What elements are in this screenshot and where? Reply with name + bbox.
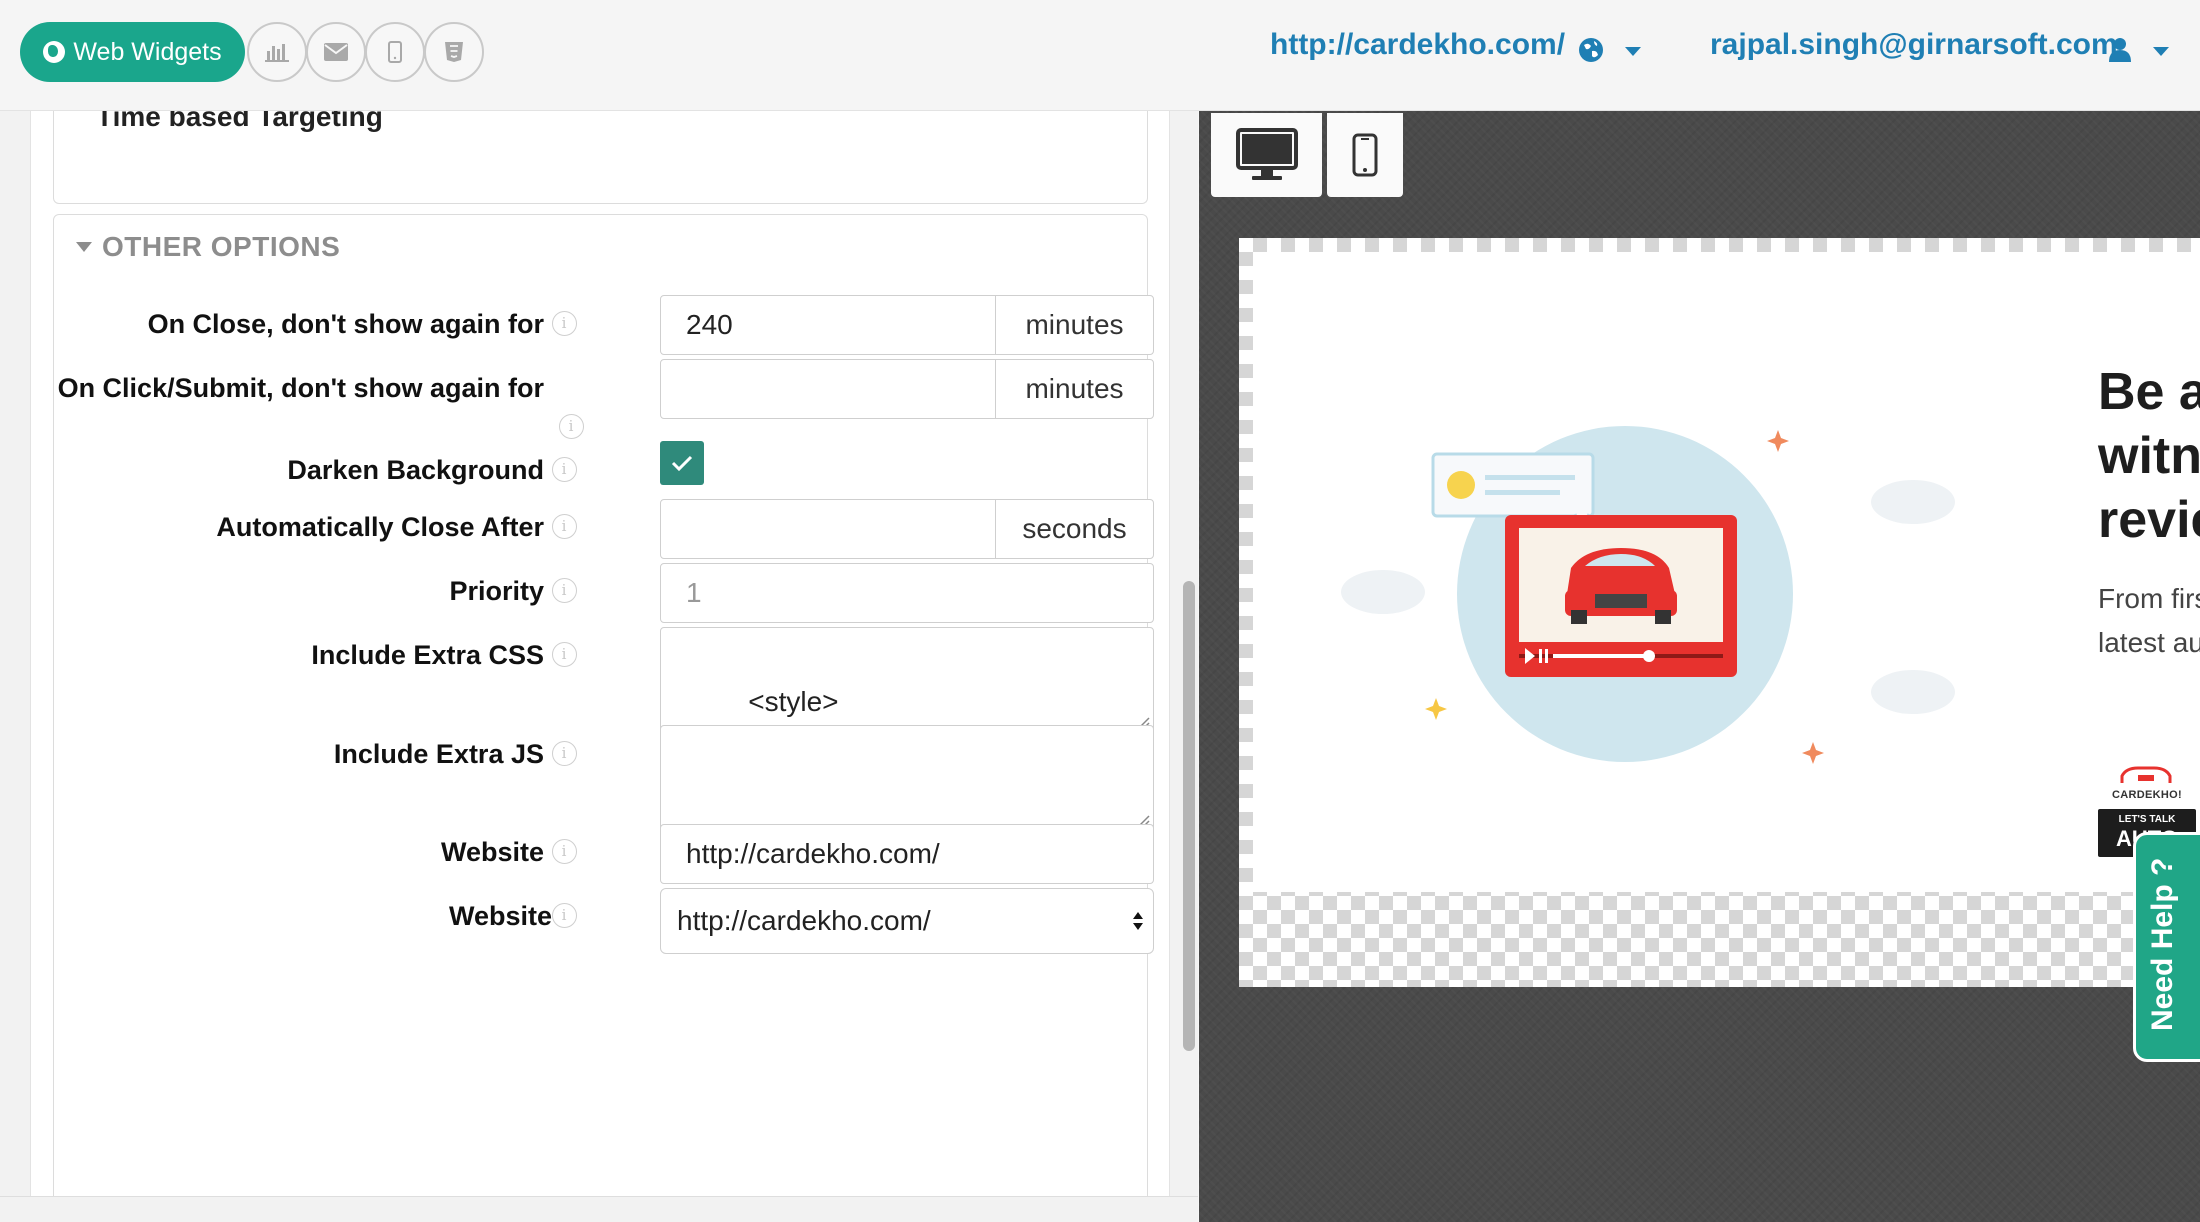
user-dropdown-caret-icon[interactable] [2153,47,2169,56]
info-icon[interactable] [552,457,577,483]
analytics-button[interactable] [247,22,307,82]
need-help-tab[interactable]: Need Help ? [2133,832,2200,1062]
website-select-label: Website [448,901,552,931]
headline-line: witne [2098,427,2200,485]
extra-js-label-row: Include Extra JS [334,739,577,770]
settings-scroll-area[interactable]: Time based Targeting OTHER OPTIONS On Cl… [30,111,1170,1196]
globe-icon [1579,38,1603,62]
auto-close-input[interactable]: seconds [660,499,1154,559]
bottom-bar [0,1196,1198,1222]
extra-css-textarea[interactable]: <style> .main{width: 700px; background: … [660,627,1154,733]
extra-css-label-row: Include Extra CSS [311,640,577,671]
info-icon[interactable] [552,839,577,865]
info-icon[interactable] [559,414,584,439]
site-dropdown-caret-icon[interactable] [1625,47,1641,56]
user-email-link[interactable]: rajpal.singh@girnarsoft.com [1710,28,2118,62]
envelope-icon [324,43,348,61]
mobile-icon [388,41,402,63]
widget-subtext: From firs latest aut [2098,577,2200,665]
darken-bg-label-row: Darken Background [287,455,577,486]
priority-label: Priority [449,576,544,606]
darken-bg-checkbox[interactable] [660,441,704,485]
car-outline-icon [2120,766,2172,783]
website-select-label-row: Website [449,901,577,932]
on-close-label: On Close, don't show again for [147,309,544,339]
subtext-line: From firs [2098,583,2200,614]
html5-icon [445,42,463,62]
info-icon[interactable] [552,514,577,540]
website-label: Website [440,837,544,867]
info-icon[interactable] [552,642,577,668]
widget-headline: Be ar witne revie [2098,360,2200,552]
other-options-panel: OTHER OPTIONS On Close, don't show again… [53,214,1154,1196]
extra-css-label: Include Extra CSS [311,640,544,670]
mobile-preview-button[interactable] [1327,113,1403,197]
auto-close-label-row: Automatically Close After [216,512,577,543]
site-url-link[interactable]: http://cardekho.com/ [1270,28,1565,62]
other-options-toggle[interactable]: OTHER OPTIONS [76,231,340,263]
top-bar: Web Widgets http://cardekho.com/ rajpal.… [0,0,2200,111]
video-review-illustration [1341,426,1955,764]
caret-down-icon [76,242,92,252]
auto-close-unit: seconds [995,500,1153,558]
on-close-label-row: On Close, don't show again for [148,309,577,340]
time-targeting-title: Time based Targeting [96,111,383,132]
website-value: http://cardekho.com/ [686,838,940,869]
vertical-scrollbar[interactable] [1183,581,1195,1051]
other-options-title: OTHER OPTIONS [102,231,341,262]
priority-label-row: Priority [449,576,577,607]
info-icon[interactable] [552,578,577,604]
on-close-unit: minutes [995,296,1153,354]
info-icon[interactable] [552,741,577,767]
extra-js-textarea[interactable] [660,725,1154,831]
widget-card: Be ar witne revie From firs latest aut C… [1253,252,2200,892]
priority-placeholder: 1 [686,577,702,608]
headline-line: revie [2098,491,2200,549]
settings-pane: Time based Targeting OTHER OPTIONS On Cl… [0,111,1198,1222]
website-select[interactable]: http://cardekho.com/ [660,888,1154,954]
info-icon[interactable] [552,903,577,929]
headline-line: Be ar [2098,363,2200,421]
website-label-row: Website [441,837,577,868]
time-targeting-panel: Time based Targeting [53,111,1148,204]
checkmark-icon [671,455,693,472]
darken-bg-label: Darken Background [287,455,544,485]
website-input[interactable]: http://cardekho.com/ [660,824,1154,884]
brand-name: CARDEKHO! [2112,789,2182,801]
web-widgets-button[interactable]: Web Widgets [20,22,245,82]
user-icon [2109,38,2131,62]
email-button[interactable] [306,22,366,82]
globe-icon [43,41,66,63]
desktop-icon [1235,128,1298,180]
on-click-input[interactable]: minutes [660,359,1154,419]
on-close-value: 240 [686,309,733,340]
auto-close-label: Automatically Close After [216,512,544,542]
mobile-button[interactable] [365,22,425,82]
on-click-label: On Click/Submit, don't show again for [57,373,544,403]
preview-canvas: Be ar witne revie From firs latest aut C… [1239,238,2200,987]
on-click-unit: minutes [995,360,1153,418]
website-select-value: http://cardekho.com/ [677,905,931,936]
on-close-input[interactable]: 240 minutes [660,295,1154,355]
extra-js-label: Include Extra JS [333,739,544,769]
html5-button[interactable] [424,22,484,82]
preview-pane: Be ar witne revie From firs latest aut C… [1199,111,2200,1222]
web-widgets-label: Web Widgets [73,37,222,66]
chart-icon [265,44,289,62]
select-arrows-icon [1133,912,1143,930]
desktop-preview-button[interactable] [1211,113,1322,197]
mobile-icon [1352,133,1378,177]
subtext-line: latest aut [2098,627,2200,658]
brand-tagline-small: LET'S TALK [2118,814,2176,825]
need-help-label: Need Help ? [2146,857,2179,1031]
on-click-label-row: On Click/Submit, don't show again for [58,373,577,404]
priority-input[interactable]: 1 [660,563,1154,623]
info-icon[interactable] [552,311,577,337]
